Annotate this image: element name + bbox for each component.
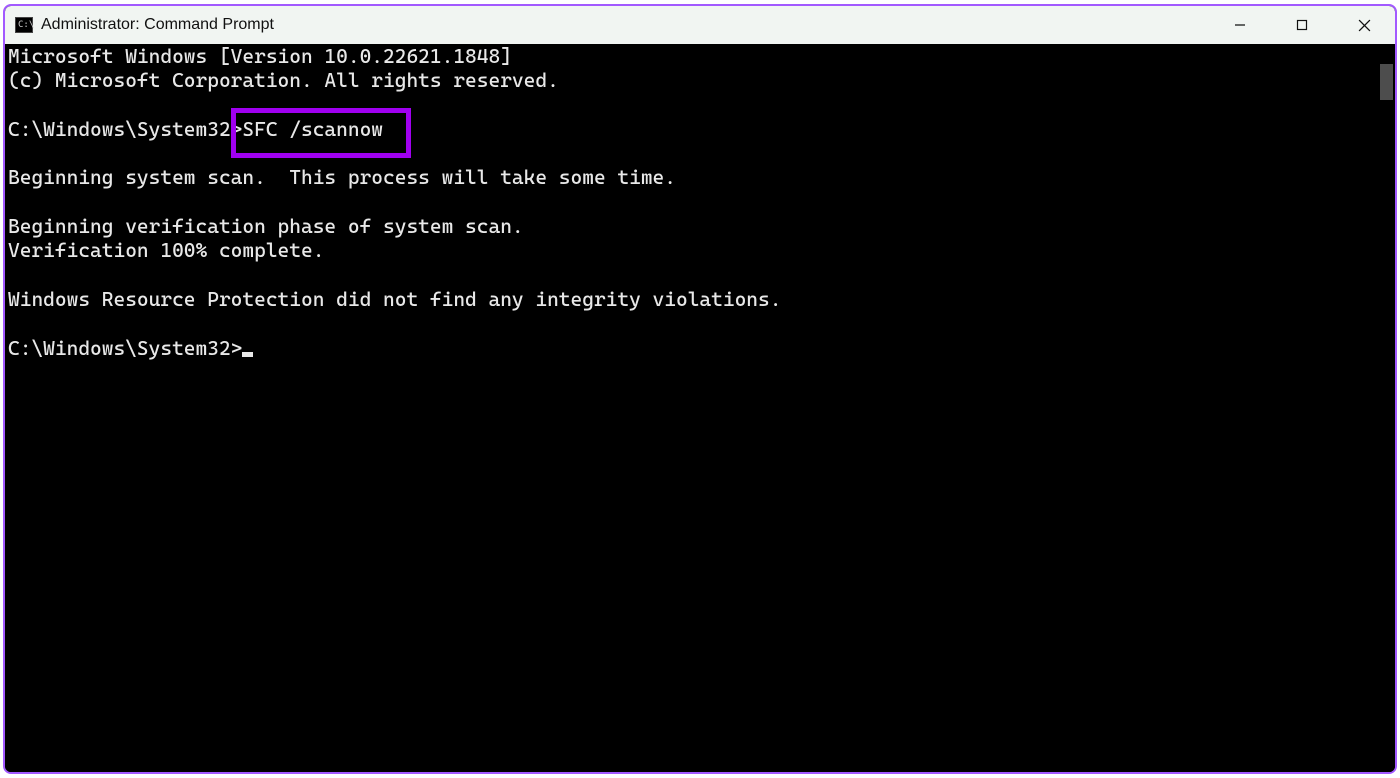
output-result: Windows Resource Protection did not find… <box>8 287 781 311</box>
copyright-line: (c) Microsoft Corporation. All rights re… <box>8 68 559 92</box>
version-line: Microsoft Windows [Version 10.0.22621.18… <box>8 44 512 68</box>
cmd-window: C:\ Administrator: Command Prompt <box>3 4 1397 774</box>
text-cursor <box>242 352 253 357</box>
prompt-1-path: C:\Windows\System32> <box>8 117 242 141</box>
prompt-2-path: C:\Windows\System32> <box>8 336 242 360</box>
terminal-area[interactable]: Microsoft Windows [Version 10.0.22621.18… <box>5 44 1395 772</box>
cmd-prompt-icon: C:\ <box>15 17 33 33</box>
scrollbar-thumb[interactable] <box>1380 64 1393 100</box>
close-icon <box>1358 19 1371 32</box>
maximize-icon <box>1296 19 1308 31</box>
titlebar[interactable]: C:\ Administrator: Command Prompt <box>5 6 1395 44</box>
window-title: Administrator: Command Prompt <box>41 16 274 34</box>
close-button[interactable] <box>1333 6 1395 44</box>
window-controls <box>1209 6 1395 44</box>
title-left: C:\ Administrator: Command Prompt <box>15 16 274 34</box>
scrollbar-track[interactable] <box>1378 44 1395 772</box>
output-verify-complete: Verification 100% complete. <box>8 238 324 262</box>
prompt-1-command: SFC /scannow <box>242 117 383 141</box>
output-verify-phase: Beginning verification phase of system s… <box>8 214 524 238</box>
output-begin-scan: Beginning system scan. This process will… <box>8 165 676 189</box>
maximize-button[interactable] <box>1271 6 1333 44</box>
minimize-button[interactable] <box>1209 6 1271 44</box>
minimize-icon <box>1234 19 1246 31</box>
